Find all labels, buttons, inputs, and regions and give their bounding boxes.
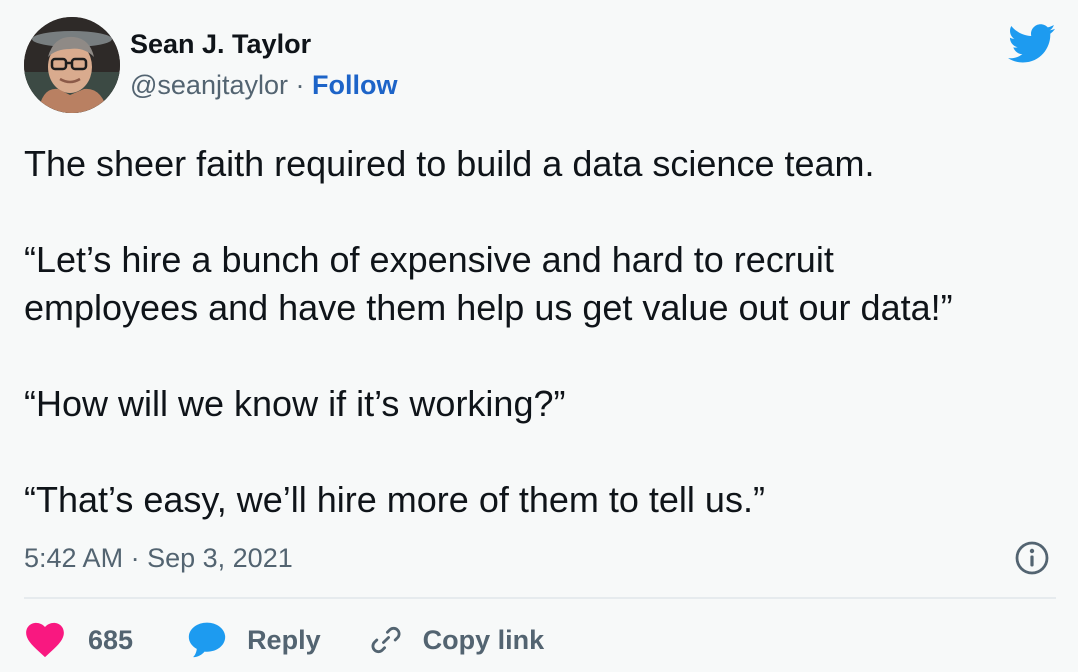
like-count: 685 — [88, 624, 134, 655]
copy-link-label: Copy link — [422, 624, 545, 655]
avatar-image — [24, 17, 120, 113]
tweet-time[interactable]: 5:42 AM — [24, 543, 123, 573]
link-icon — [371, 626, 401, 654]
heart-icon — [26, 622, 64, 658]
reply-label: Reply — [247, 624, 321, 655]
speech-bubble-icon — [188, 622, 226, 658]
avatar[interactable] — [24, 17, 120, 113]
author-handle-row: @seanjtaylor · Follow — [130, 68, 398, 102]
author-name[interactable]: Sean J. Taylor — [130, 27, 311, 61]
tweet-paragraph: The sheer faith required to build a data… — [24, 143, 875, 184]
tweet-paragraph: “Let’s hire a bunch of expensive and har… — [24, 239, 953, 328]
author-handle[interactable]: @seanjtaylor — [130, 70, 288, 100]
tweet-card: Sean J. Taylor @seanjtaylor · Follow The… — [0, 0, 1078, 672]
tweet-paragraph: “How will we know if it’s working?” — [24, 383, 566, 424]
divider — [24, 597, 1056, 599]
separator-dot: · — [130, 543, 140, 573]
tweet-text: The sheer faith required to build a data… — [24, 140, 1054, 524]
info-icon[interactable] — [1014, 540, 1050, 576]
separator-dot: · — [295, 70, 305, 100]
follow-button[interactable]: Follow — [312, 70, 397, 100]
tweet-date[interactable]: Sep 3, 2021 — [147, 543, 293, 573]
copy-link-button[interactable]: Copy link — [369, 623, 545, 657]
reply-button[interactable]: Reply — [187, 621, 321, 659]
tweet-timestamp: 5:42 AM · Sep 3, 2021 — [24, 538, 293, 578]
like-button[interactable]: 685 — [24, 622, 133, 658]
twitter-bird-icon[interactable] — [1008, 24, 1056, 64]
tweet-paragraph: “That’s easy, we’ll hire more of them to… — [24, 479, 765, 520]
tweet-actions: 685 Reply Copy link — [24, 618, 544, 662]
